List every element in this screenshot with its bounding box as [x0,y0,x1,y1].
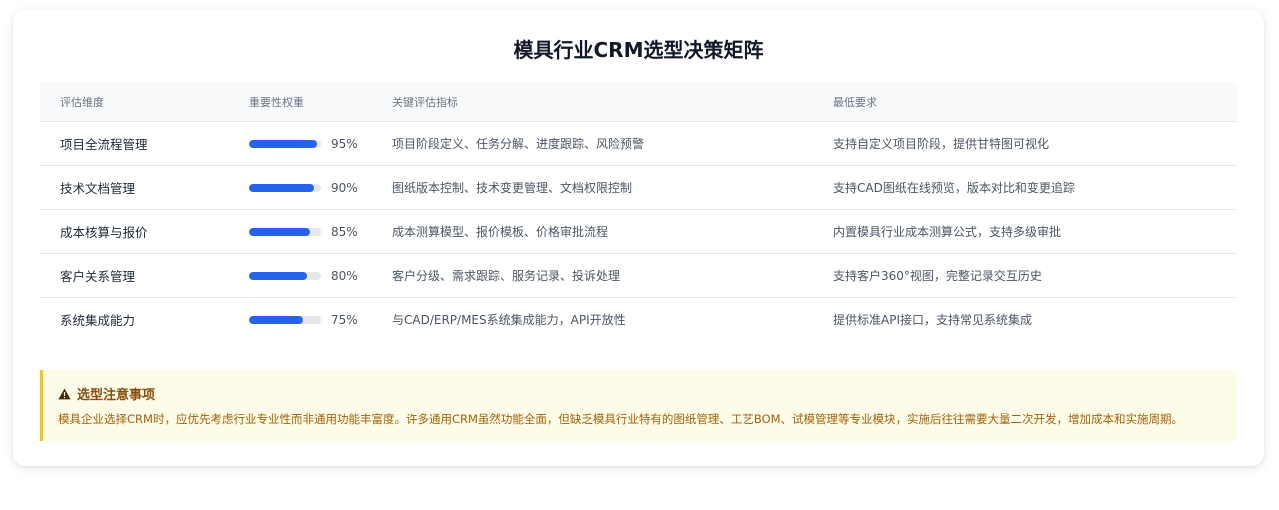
cell-dimension: 技术文档管理 [40,165,229,210]
weight-percent: 95% [331,136,358,151]
cell-requirement: 支持客户360°视图，完整记录交互历史 [813,253,1237,298]
page-title: 模具行业CRM选型决策矩阵 [513,38,764,62]
weight-bar-fill [249,271,307,280]
cell-weight: 80% [229,253,372,298]
notice-title: 选型注意事项 [77,388,156,403]
cell-dimension: 成本核算与报价 [40,209,229,254]
cell-weight: 75% [229,298,372,342]
weight-bar-fill [249,227,311,236]
column-header-dimension: 评估维度 [40,82,229,122]
decision-matrix-table: 评估维度 重要性权重 关键评估指标 最低要求 项目全流程管理 95% 项目阶段定… [40,82,1237,341]
cell-requirement: 提供标准API接口，支持常见系统集成 [833,313,1032,327]
weight-percent: 80% [331,268,358,283]
weight-percent: 90% [331,180,358,195]
cell-indicators: 客户分级、需求跟踪、服务记录、投诉处理 [372,253,813,298]
cell-dimension: 项目全流程管理 [40,121,229,166]
column-header-requirement: 最低要求 [813,82,1237,122]
weight-percent: 85% [331,224,358,239]
cell-indicators: 成本测算模型、报价模板、价格审批流程 [372,209,813,254]
column-header-weight: 重要性权重 [229,82,372,122]
cell-dimension: 系统集成能力 [60,313,136,328]
weight-bar-track [249,271,321,280]
weight-bar-track [249,183,321,192]
cell-weight: 90% [229,165,372,210]
cell-indicators: 与CAD/ERP/MES系统集成能力，API开放性 [392,313,626,327]
weight-bar-track [249,227,321,236]
cell-indicators: 图纸版本控制、技术变更管理、文档权限控制 [372,165,813,210]
cell-dimension: 客户关系管理 [40,253,229,298]
weight-bar-track [249,139,321,148]
cell-indicators: 项目阶段定义、任务分解、进度跟踪、风险预警 [372,121,813,166]
decision-matrix-card: 模具行业CRM选型决策矩阵 评估维度 重要性权重 关键评估指标 最低要求 项目全… [13,10,1264,466]
weight-bar-fill [249,315,303,324]
weight-bar-track [249,315,321,324]
table-row: 客户关系管理 80% 客户分级、需求跟踪、服务记录、投诉处理 支持客户360°视… [40,253,1237,298]
warning-icon [58,388,71,399]
cell-weight: 95% [229,121,372,166]
weight-percent: 75% [331,312,358,327]
cell-requirement: 内置模具行业成本测算公式，支持多级审批 [813,209,1237,254]
cell-requirement: 支持CAD图纸在线预览，版本对比和变更追踪 [813,165,1237,210]
table-row: 技术文档管理 90% 图纸版本控制、技术变更管理、文档权限控制 支持CAD图纸在… [40,165,1237,210]
notice-text: 模具企业选择CRM时，应优先考虑行业专业性而非通用功能丰富度。许多通用CRM虽然… [58,412,1184,426]
weight-bar-fill [249,183,314,192]
notice-heading: 选型注意事项 [58,384,1237,403]
table-header-row: 评估维度 重要性权重 关键评估指标 最低要求 [40,82,1237,122]
table-row: 项目全流程管理 95% 项目阶段定义、任务分解、进度跟踪、风险预警 支持自定义项… [40,121,1237,166]
table-row: 系统集成能力 75% 与CAD/ERP/MES系统集成能力，API开放性 提供标… [40,298,1237,342]
weight-bar-fill [249,139,318,148]
table-row: 成本核算与报价 85% 成本测算模型、报价模板、价格审批流程 内置模具行业成本测… [40,209,1237,254]
cell-weight: 85% [229,209,372,254]
selection-notice: 选型注意事项 模具企业选择CRM时，应优先考虑行业专业性而非通用功能丰富度。许多… [40,370,1237,441]
cell-requirement: 支持自定义项目阶段，提供甘特图可视化 [813,121,1237,166]
column-header-indicators: 关键评估指标 [372,82,813,122]
